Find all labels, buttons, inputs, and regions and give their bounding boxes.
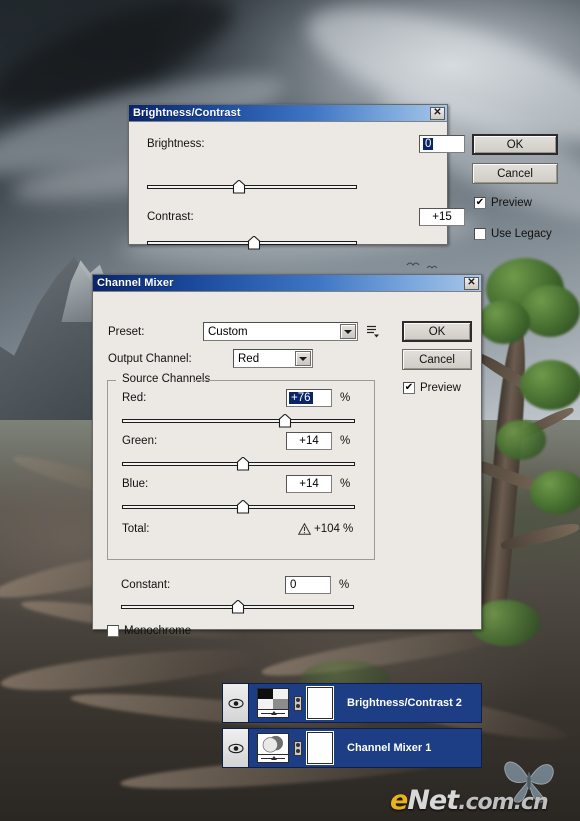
output-channel-label: Output Channel: <box>108 353 192 365</box>
channel-mixer-titlebar[interactable]: Channel Mixer ✕ <box>93 275 481 292</box>
contrast-input[interactable]: +15 <box>419 208 465 226</box>
red-channel-unit: % <box>340 392 351 404</box>
red-channel-slider[interactable] <box>122 414 355 428</box>
layer-visibility-toggle[interactable] <box>223 729 249 767</box>
eye-icon <box>227 698 244 708</box>
brightness-label: Brightness: <box>147 138 205 150</box>
layer-mask-thumb[interactable] <box>307 732 333 764</box>
preview-checkbox[interactable]: ✔ <box>403 382 415 394</box>
ok-button[interactable]: OK <box>472 134 558 155</box>
green-channel-slider[interactable] <box>122 457 355 471</box>
use-legacy-checkbox-row[interactable]: Use Legacy <box>474 228 552 240</box>
total-value: +104 <box>314 523 340 535</box>
brightness-contrast-titlebar[interactable]: Brightness/Contrast ✕ <box>129 105 447 122</box>
blue-channel-input[interactable]: +14 <box>286 475 332 493</box>
output-channel-select[interactable]: Red <box>233 349 313 368</box>
tree-foliage <box>520 360 580 410</box>
tree-foliage <box>496 420 546 460</box>
layer-thumbnails[interactable] <box>249 732 333 764</box>
enet-watermark: eNet.com.cn <box>390 785 549 816</box>
brightness-contrast-title: Brightness/Contrast <box>133 107 241 119</box>
red-channel-value: +76 <box>289 392 313 404</box>
constant-label: Constant: <box>121 579 171 591</box>
brightness-value: 0 <box>423 138 434 150</box>
monochrome-label: Monochrome <box>124 625 192 637</box>
table-row[interactable]: Brightness/Contrast 2 <box>222 683 482 723</box>
preview-checkbox[interactable]: ✔ <box>474 197 486 209</box>
preview-label: Preview <box>420 382 461 394</box>
contrast-slider-thumb[interactable] <box>248 236 261 250</box>
preset-value: Custom <box>208 325 248 338</box>
blue-channel-slider-thumb[interactable] <box>237 500 250 514</box>
brightness-slider-track[interactable] <box>147 185 357 189</box>
warning-triangle-icon <box>298 523 311 535</box>
layer-mask-thumb[interactable] <box>307 687 333 719</box>
brightness-slider[interactable] <box>147 180 357 194</box>
red-channel-slider-track[interactable] <box>122 419 355 423</box>
list-item: Channel Mixer 1 <box>347 742 432 754</box>
tree-foliage <box>530 470 580 514</box>
monochrome-checkbox-row[interactable]: Monochrome <box>107 625 191 637</box>
constant-input[interactable]: 0 <box>285 576 331 594</box>
constant-unit: % <box>339 579 350 591</box>
brightness-slider-thumb[interactable] <box>233 180 246 194</box>
brightness-contrast-dialog: Brightness/Contrast ✕ Brightness: 0 Cont… <box>128 104 558 250</box>
preview-checkbox-row[interactable]: ✔ Preview <box>403 382 461 394</box>
monochrome-checkbox[interactable] <box>107 625 119 637</box>
layer-visibility-toggle[interactable] <box>223 684 249 722</box>
ok-button[interactable]: OK <box>402 321 472 342</box>
chevron-down-icon[interactable] <box>340 324 356 339</box>
close-icon[interactable]: ✕ <box>464 276 479 290</box>
red-channel-slider-thumb[interactable] <box>279 414 292 428</box>
blue-channel-slider[interactable] <box>122 500 355 514</box>
chevron-down-icon[interactable] <box>295 351 311 366</box>
red-channel-label: Red: <box>122 392 147 404</box>
link-icon[interactable] <box>294 740 302 756</box>
source-channels-group: Source Channels Red: +76 % Green: +14 % <box>107 373 375 560</box>
red-channel-input[interactable]: +76 <box>286 389 332 407</box>
preset-select[interactable]: Custom <box>203 322 358 341</box>
layers-panel: Brightness/Contrast 2 Channel Mixer 1 <box>222 683 482 773</box>
contrast-label: Contrast: <box>147 211 194 223</box>
brightness-contrast-thumb[interactable] <box>257 688 289 718</box>
tree-foliage <box>478 300 530 344</box>
channel-mixer-thumb[interactable] <box>257 733 289 763</box>
link-icon[interactable] <box>294 695 302 711</box>
green-channel-unit: % <box>340 435 351 447</box>
preview-checkbox-row[interactable]: ✔ Preview <box>474 197 532 209</box>
cancel-button[interactable]: Cancel <box>472 163 558 184</box>
green-channel-label: Green: <box>122 435 158 447</box>
use-legacy-checkbox[interactable] <box>474 228 486 240</box>
preview-label: Preview <box>491 197 532 209</box>
watermark-net: Net <box>407 785 459 816</box>
birds-icon <box>406 262 438 269</box>
screenshot-canvas: eNet.com.cn Brightness/Contrast ✕ Bright… <box>0 0 580 821</box>
eye-icon <box>227 743 244 753</box>
blue-channel-unit: % <box>340 478 351 490</box>
tree-foliage <box>520 285 580 337</box>
watermark-e: e <box>390 785 408 816</box>
green-channel-slider-thumb[interactable] <box>237 457 250 471</box>
use-legacy-label: Use Legacy <box>491 228 552 240</box>
watermark-domain: .com.cn <box>458 790 548 815</box>
constant-slider[interactable] <box>121 600 354 614</box>
close-icon[interactable]: ✕ <box>430 106 445 120</box>
output-channel-value: Red <box>238 352 260 365</box>
brightness-input[interactable]: 0 <box>419 135 465 153</box>
channel-mixer-title: Channel Mixer <box>97 277 174 289</box>
layer-thumbnails[interactable] <box>249 687 333 719</box>
preset-options-icon[interactable] <box>366 324 380 338</box>
total-label: Total: <box>122 523 150 535</box>
blue-channel-label: Blue: <box>122 478 149 490</box>
list-item: Brightness/Contrast 2 <box>347 697 462 709</box>
contrast-slider[interactable] <box>147 236 357 250</box>
table-row[interactable]: Channel Mixer 1 <box>222 728 482 768</box>
cancel-button[interactable]: Cancel <box>402 349 472 370</box>
channel-mixer-dialog: Channel Mixer ✕ Preset: Custom Output Ch… <box>92 274 482 637</box>
green-channel-input[interactable]: +14 <box>286 432 332 450</box>
constant-slider-thumb[interactable] <box>231 600 244 614</box>
source-channels-label: Source Channels <box>118 373 215 385</box>
total-unit: % <box>343 523 354 535</box>
preset-label: Preset: <box>108 326 145 338</box>
